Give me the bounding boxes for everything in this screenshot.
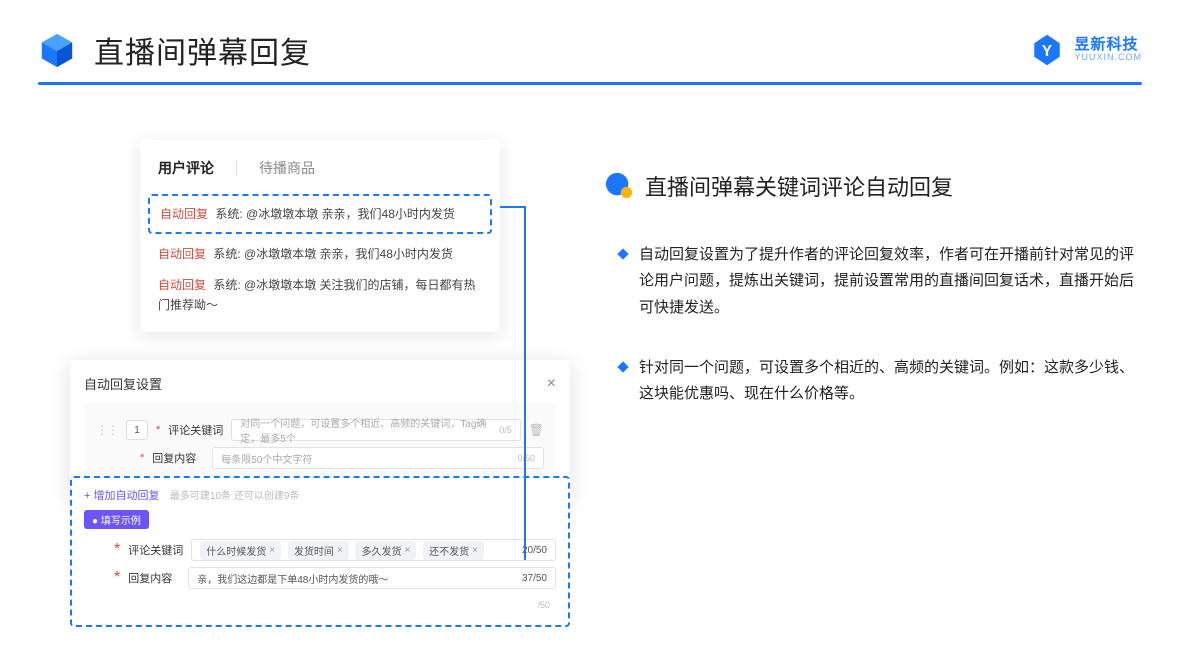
tab-separator [236, 161, 237, 175]
example-block: + 增加自动回复 最多可建10条 还可以创建9条 ● 填写示例 * 评论关键词 … [70, 476, 570, 627]
brand-name-cn: 昱新科技 [1074, 37, 1142, 54]
keyword-label: 评论关键词 [168, 422, 223, 438]
keyword-tag[interactable]: 多久发货× [355, 541, 416, 560]
content-placeholder: 每条限50个中文字符 [221, 451, 312, 466]
example-pill: ● 填写示例 [84, 510, 149, 529]
tab-pending-goods[interactable]: 待播商品 [259, 158, 315, 178]
brand-logo-block: Y 昱新科技 YUUXIN.COM [1030, 33, 1142, 67]
drag-handle-icon[interactable]: ⋮⋮ [96, 423, 118, 437]
close-icon[interactable]: × [547, 375, 556, 393]
brand-logo-icon: Y [1030, 33, 1064, 67]
add-hint: 最多可建10条 还可以创建9条 [170, 491, 299, 502]
comment-row-highlighted: 自动回复 系统: @冰墩墩本墩 亲亲，我们48小时内发货 [148, 194, 492, 234]
comment-text: 系统: @冰墩墩本墩 亲亲，我们48小时内发货 [213, 247, 453, 261]
chat-bubble-icon [605, 172, 633, 200]
example-kw-count: 20/50 [522, 545, 547, 556]
keyword-tag[interactable]: 发货时间× [288, 541, 349, 560]
bullet-item: 自动回复设置为了提升作者的评论回复效率，作者可在开播前针对常见的评论用户问题，提… [639, 242, 1135, 321]
bullet-item: 针对同一个问题，可设置多个相近的、高频的关键词。例如：这款多少钱、这块能优惠吗、… [639, 355, 1135, 408]
comment-row: 自动回复 系统: @冰墩墩本墩 亲亲，我们48小时内发货 [158, 244, 482, 264]
svg-text:Y: Y [1042, 43, 1052, 60]
outer-count: /50 [537, 600, 550, 610]
example-content-value: 亲，我们这边都是下单48小时内发货的哦～ [197, 571, 388, 586]
comments-panel: 用户评论 待播商品 自动回复 系统: @冰墩墩本墩 亲亲，我们48小时内发货 自… [140, 140, 500, 332]
content-label: 回复内容 [152, 450, 204, 466]
example-content-count: 37/50 [522, 573, 547, 584]
rule-index: 1 [126, 420, 148, 440]
tab-user-comments[interactable]: 用户评论 [158, 158, 214, 178]
add-auto-reply-link[interactable]: + 增加自动回复 [84, 490, 159, 502]
comment-text: 系统: @冰墩墩本墩 亲亲，我们48小时内发货 [215, 207, 455, 221]
keyword-tag[interactable]: 什么时候发货× [200, 541, 281, 560]
content-count: 0/50 [517, 453, 535, 463]
section-subtitle: 直播间弹幕关键词评论自动回复 [645, 170, 953, 202]
cube-icon [38, 31, 76, 69]
header-divider [38, 82, 1142, 85]
example-content-input[interactable]: 亲，我们这边都是下单48小时内发货的哦～ 37/50 [188, 567, 556, 589]
auto-reply-tag: 自动回复 [160, 207, 208, 221]
required-marker: * [140, 452, 144, 464]
example-kw-label: 评论关键词 [128, 542, 183, 558]
required-marker: * [156, 424, 160, 436]
delete-icon[interactable]: 🗑 [529, 423, 544, 437]
required-marker: * [114, 569, 120, 587]
comment-row: 自动回复 系统: @冰墩墩本墩 关注我们的店铺，每日都有热门推荐呦～ [158, 275, 482, 316]
page-title: 直播间弹幕回复 [94, 28, 311, 72]
example-keyword-input[interactable]: 什么时候发货× 发货时间× 多久发货× 还不发货× 20/50 [191, 539, 556, 561]
required-marker: * [114, 541, 120, 559]
keyword-input[interactable]: 对同一个问题，可设置多个相近、高频的关键词，Tag确定，最多5个 0/5 [231, 419, 520, 441]
auto-reply-tag: 自动回复 [158, 247, 206, 261]
auto-reply-tag: 自动回复 [158, 278, 206, 292]
reply-content-input[interactable]: 每条限50个中文字符 0/50 [212, 447, 544, 469]
example-content-label: 回复内容 [128, 570, 180, 586]
brand-name-en: YUUXIN.COM [1074, 53, 1142, 63]
settings-title: 自动回复设置 [84, 374, 162, 393]
keyword-tag[interactable]: 还不发货× [423, 541, 484, 560]
keyword-count: 0/5 [499, 425, 512, 435]
keyword-placeholder: 对同一个问题，可设置多个相近、高频的关键词，Tag确定，最多5个 [240, 415, 499, 445]
